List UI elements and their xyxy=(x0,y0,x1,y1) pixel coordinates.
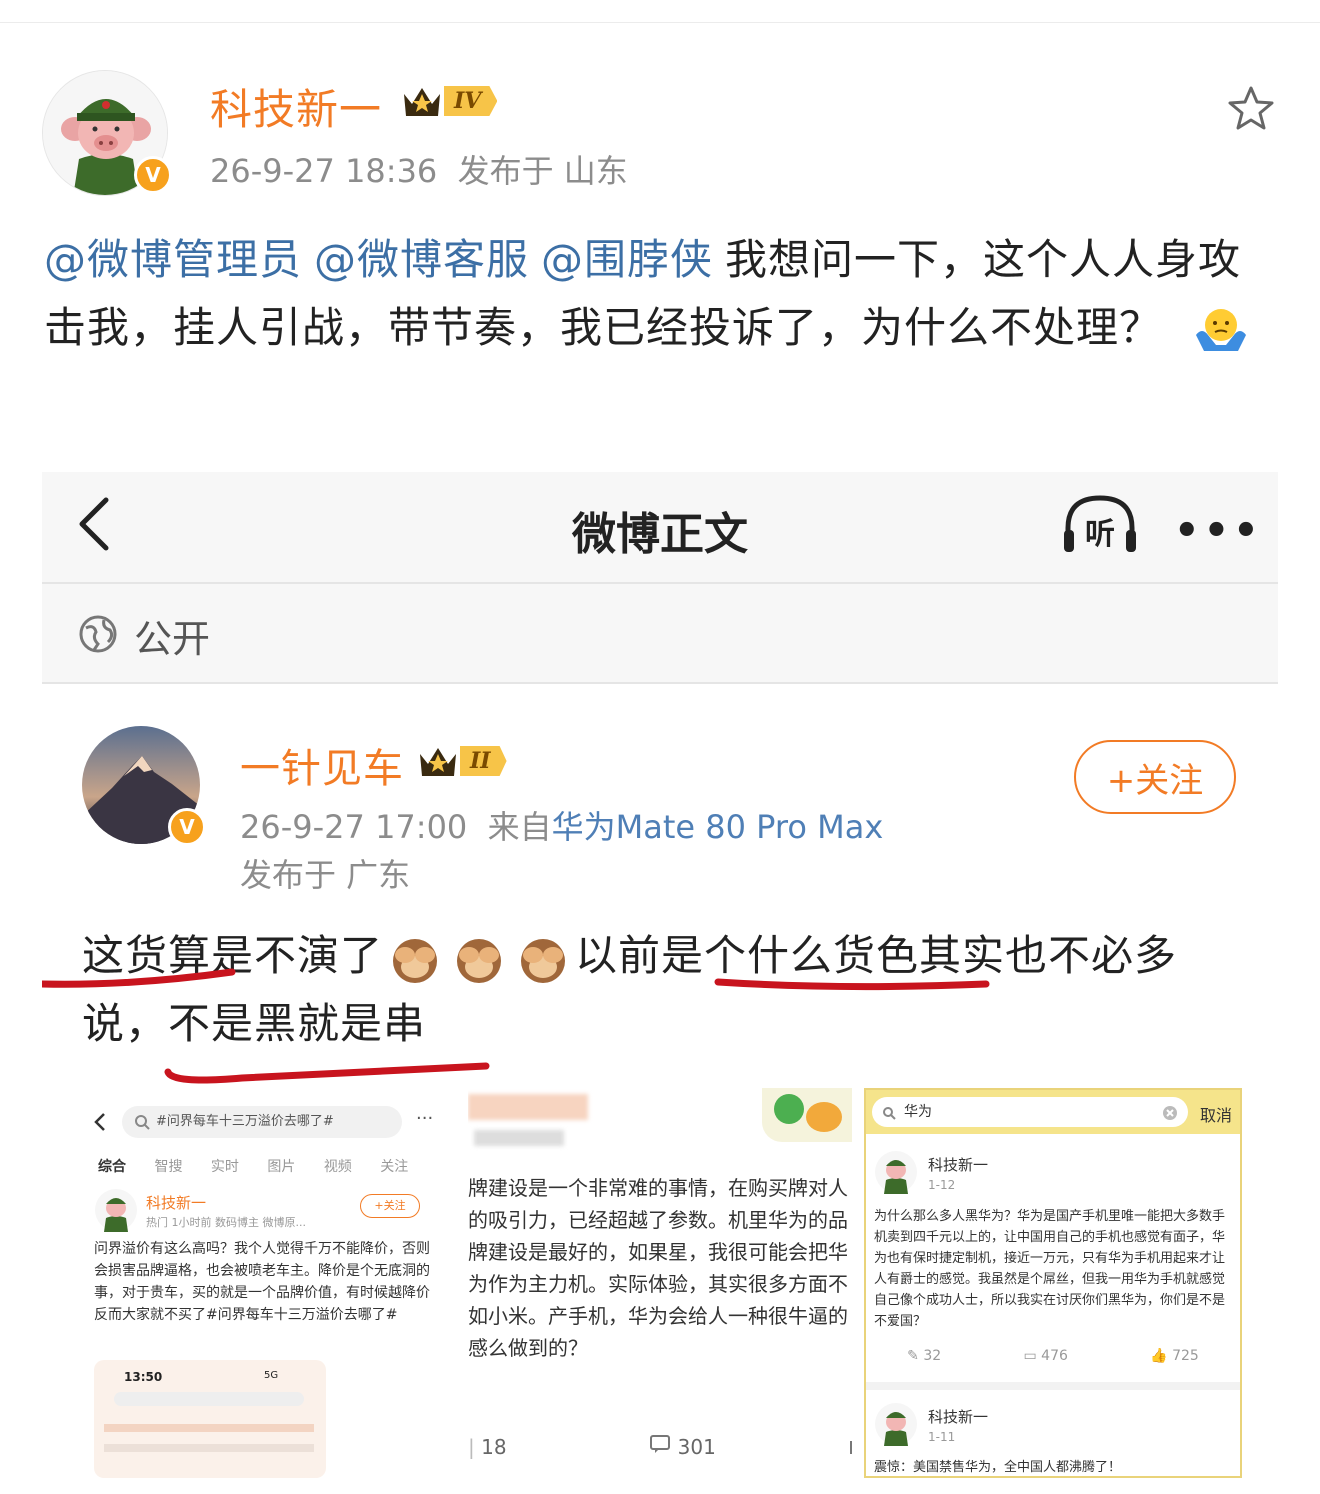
blurred-name xyxy=(468,1094,588,1120)
comment-count: 301 xyxy=(677,1435,716,1459)
thumb-meta: 热门 1小时前 数码博主 微博原... xyxy=(146,1216,306,1229)
embedded-screenshot[interactable]: 微博正文 听 ••• 公开 V 一针见车 II +关注 26-9-27 17:0… xyxy=(42,472,1278,1482)
thumb-author: 科技新一 xyxy=(146,1194,207,1212)
phone-time: 13:50 xyxy=(124,1370,163,1384)
author-name[interactable]: 科技新一 xyxy=(210,76,382,137)
thumb-author: 科技新一 xyxy=(928,1408,989,1426)
thumb-date: 1-11 xyxy=(928,1430,956,1444)
crown-icon xyxy=(404,88,440,116)
mention-link[interactable]: @围脖侠 xyxy=(541,235,713,284)
search-input[interactable]: 华为 xyxy=(872,1097,1188,1127)
phone-signal: 5G xyxy=(264,1370,279,1381)
comment-icon xyxy=(650,1435,671,1453)
comment-count: 476 xyxy=(1041,1348,1068,1364)
search-icon xyxy=(883,1107,896,1120)
underline-mark xyxy=(164,1062,490,1084)
level-text: IV xyxy=(444,86,498,116)
search-icon xyxy=(135,1115,150,1130)
repost-count: 18 xyxy=(481,1435,507,1459)
top-divider xyxy=(0,22,1320,23)
clear-icon[interactable] xyxy=(1162,1105,1178,1121)
tab-smart[interactable]: 智搜 xyxy=(154,1159,182,1175)
mini-avatar xyxy=(875,1403,917,1446)
mini-avatar xyxy=(875,1151,917,1194)
thumb-body: 牌建设是一个非常难的事情，在购买牌对人的吸引力，已经超越了参数。机里华为的品牌建… xyxy=(468,1176,848,1360)
thumb-body: 问界溢价有这么高吗？我个人觉得千万不能降价，否则会损害品牌逼格，也会被喷老车主。… xyxy=(94,1241,430,1323)
mini-avatar xyxy=(95,1189,137,1232)
search-input[interactable]: #问界每车十三万溢价去哪了# xyxy=(122,1106,402,1138)
tab-all[interactable]: 综合 xyxy=(98,1159,126,1175)
more-icon[interactable]: ··· xyxy=(416,1108,433,1129)
tab-video[interactable]: 视频 xyxy=(324,1159,352,1175)
underline-mark xyxy=(42,968,236,988)
thumbnail-search-result[interactable]: #问界每车十三万溢价去哪了# ··· 综合 智搜 实时 图片 视频 关注 科技新… xyxy=(82,1088,452,1478)
thumb-body: 为什么那么多人黑华为？华为是国产手机里唯一能把大多数手机卖到四千元以上的，让中国… xyxy=(874,1209,1226,1329)
post-location: 发布于 山东 xyxy=(457,152,628,190)
search-tabs[interactable]: 综合 智搜 实时 图片 视频 关注 xyxy=(98,1156,408,1176)
mention-link[interactable]: @微博管理员 xyxy=(44,235,302,284)
thumb-follow-button: +关注 xyxy=(360,1194,420,1218)
thumb-stats: | 18 301 xyxy=(468,1432,852,1459)
member-level-badge[interactable]: IV xyxy=(402,84,498,118)
thumb-date: 1-12 xyxy=(928,1178,956,1192)
tab-following[interactable]: 关注 xyxy=(380,1159,408,1175)
thumb-stats: ✎ 32 ▭ 476 👍 725 xyxy=(907,1348,1199,1364)
tab-images[interactable]: 图片 xyxy=(267,1159,295,1175)
red-underline-annotations xyxy=(42,968,990,1084)
thumbnail-search-huawei[interactable]: 华为 取消 科技新一 1-12 为什么那么多人黑华为？华为是国产手机里唯一能把大… xyxy=(864,1088,1242,1478)
shrug-emoji-icon xyxy=(1196,308,1247,351)
post-meta: 26-9-27 18:36 发布于 山东 xyxy=(210,146,628,192)
thumbnail-post-crop[interactable]: 牌建设是一个非常难的事情，在购买牌对人的吸引力，已经超越了参数。机里华为的品牌建… xyxy=(468,1088,852,1478)
post-timestamp: 26-9-27 18:36 xyxy=(210,152,438,190)
back-arrow-icon xyxy=(94,1113,105,1131)
like-icon xyxy=(849,1441,852,1454)
like-count: 725 xyxy=(1172,1348,1199,1364)
tab-realtime[interactable]: 实时 xyxy=(211,1159,239,1175)
repost-count: 32 xyxy=(923,1348,942,1364)
favorite-star-icon[interactable] xyxy=(1226,84,1276,134)
post-body: @微博管理员 @微博客服 @围脖侠 我想问一下，这个人人身攻击我，挂人引战，带节奏，我… xyxy=(44,226,1284,362)
author-avatar[interactable]: V xyxy=(42,70,172,196)
thumb-body: 震惊：美国禁售华为，全中国人都沸腾了！ xyxy=(874,1460,1122,1475)
mention-link[interactable]: @微博客服 xyxy=(314,235,529,284)
cancel-button[interactable]: 取消 xyxy=(1200,1102,1232,1126)
image-grid[interactable]: #问界每车十三万溢价去哪了# ··· 综合 智搜 实时 图片 视频 关注 科技新… xyxy=(82,1088,1242,1478)
verified-badge: V xyxy=(134,156,172,194)
thumb-phone-preview: 13:50 5G xyxy=(94,1360,326,1478)
thumb-author: 科技新一 xyxy=(928,1156,989,1174)
underline-mark xyxy=(714,978,990,991)
search-bar: 华为 取消 xyxy=(866,1090,1240,1134)
